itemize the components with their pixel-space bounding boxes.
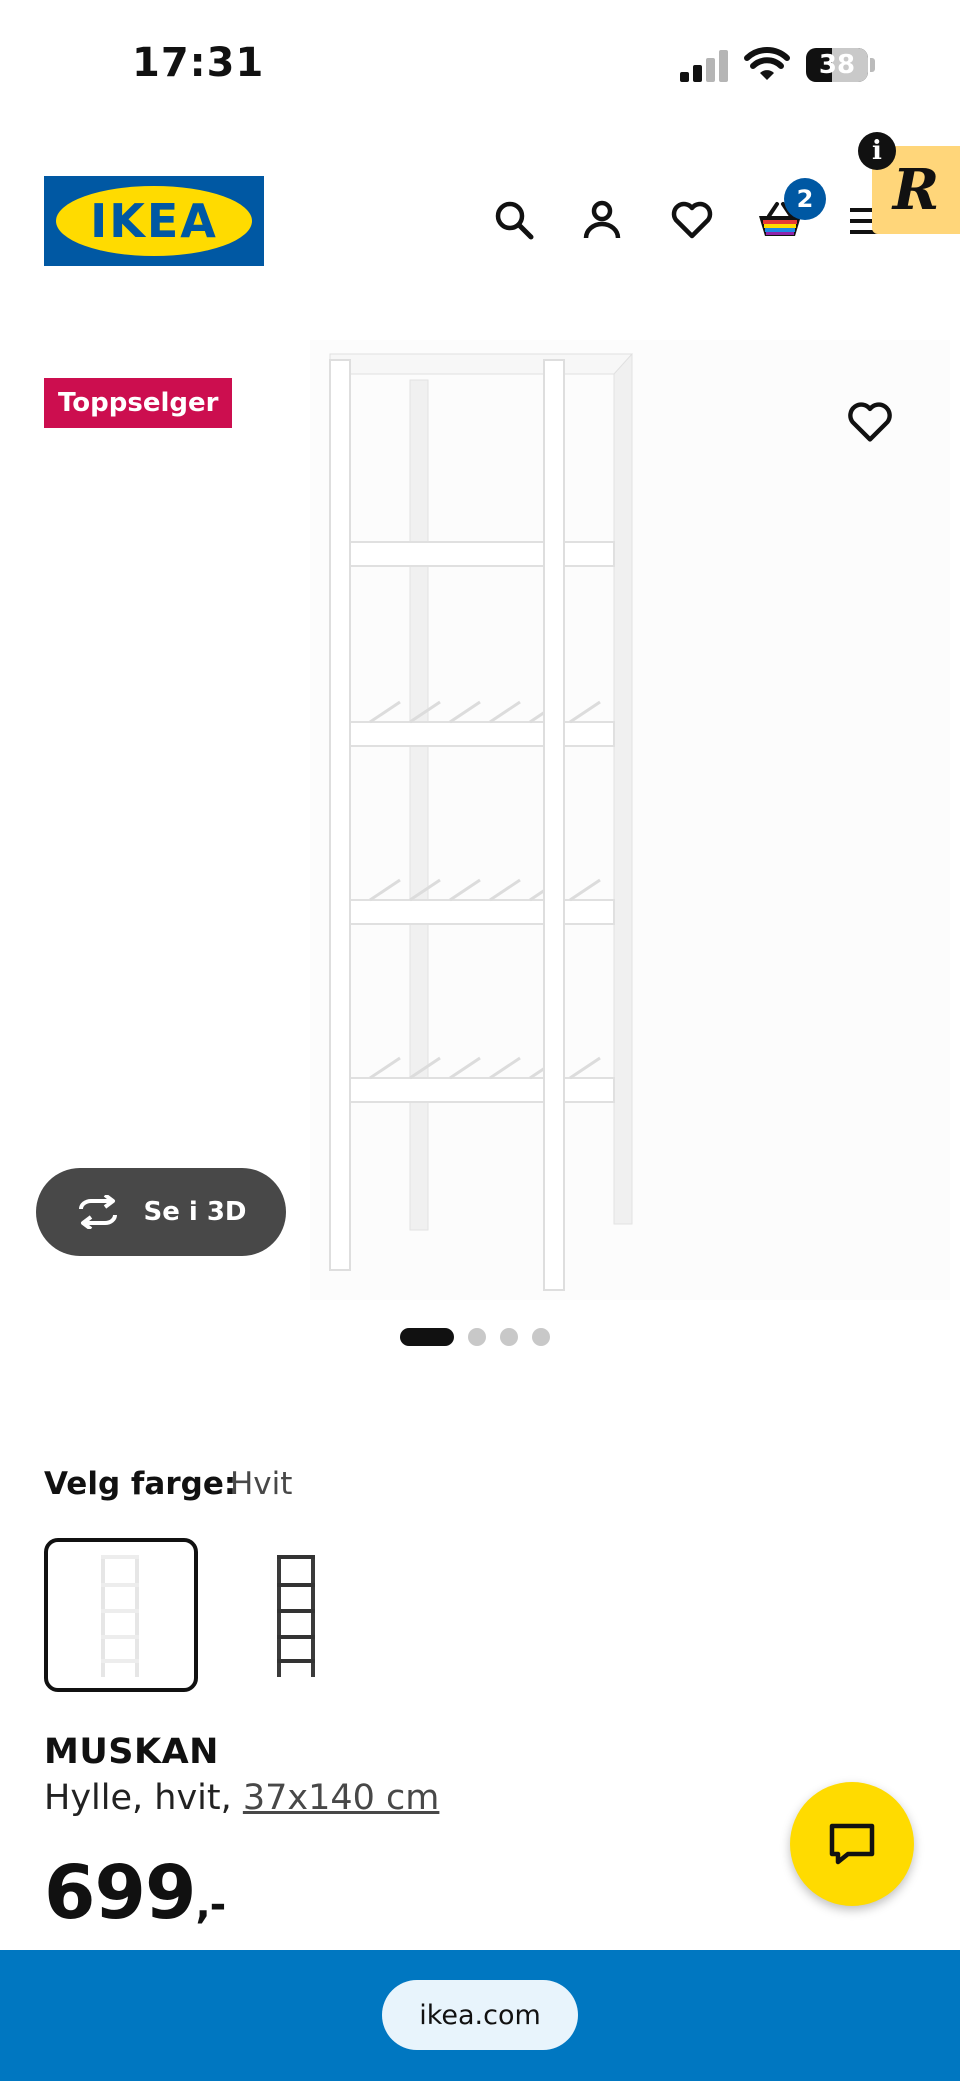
price-value: 699 — [44, 1850, 196, 1936]
color-choice-label: Velg farge: — [44, 1466, 237, 1502]
product-image[interactable] — [310, 340, 950, 1300]
battery-level: 38 — [818, 50, 856, 80]
browser-url-bar[interactable]: ikea.com — [382, 1980, 578, 2050]
battery-icon: 38 — [806, 48, 868, 82]
search-icon[interactable] — [486, 192, 542, 248]
carousel-dot[interactable] — [468, 1328, 486, 1346]
product-name: MUSKAN — [44, 1732, 219, 1772]
logo-ellipse: IKEA — [56, 186, 252, 256]
top-seller-badge: Toppselger — [44, 378, 233, 428]
wifi-icon — [744, 46, 790, 86]
battery-nub — [870, 58, 875, 72]
product-price: 699,- — [44, 1850, 226, 1936]
ikea-logo[interactable]: IKEA — [44, 176, 264, 266]
cart-count-badge: 2 — [784, 178, 826, 220]
signal-icon — [680, 50, 730, 86]
status-time: 17:31 — [132, 40, 265, 86]
view-3d-button[interactable]: Se i 3D — [36, 1168, 286, 1256]
chat-button[interactable] — [790, 1782, 914, 1906]
extension-letter: R — [892, 157, 940, 223]
color-swatch-black[interactable] — [220, 1538, 374, 1692]
carousel-dot[interactable] — [500, 1328, 518, 1346]
logo-text: IKEA — [90, 194, 218, 248]
color-choice-value: Hvit — [230, 1466, 293, 1502]
view-3d-label: Se i 3D — [143, 1197, 247, 1227]
color-swatch-white[interactable] — [44, 1538, 198, 1692]
product-description: Hylle, hvit, 37x140 cm — [44, 1778, 439, 1818]
carousel-dots — [400, 1328, 550, 1346]
rotate-icon — [79, 1195, 118, 1229]
chat-icon — [829, 1823, 875, 1865]
wishlist-icon[interactable] — [664, 192, 720, 248]
carousel-dot[interactable] — [532, 1328, 550, 1346]
price-suffix: ,- — [195, 1882, 226, 1928]
carousel-dot[interactable] — [400, 1328, 454, 1346]
product-size-link[interactable]: 37x140 cm — [243, 1778, 440, 1818]
info-icon[interactable]: i — [858, 132, 896, 170]
favorite-heart-icon[interactable] — [846, 398, 894, 450]
product-description-text: Hylle, hvit, — [44, 1778, 243, 1818]
account-icon[interactable] — [574, 192, 630, 248]
